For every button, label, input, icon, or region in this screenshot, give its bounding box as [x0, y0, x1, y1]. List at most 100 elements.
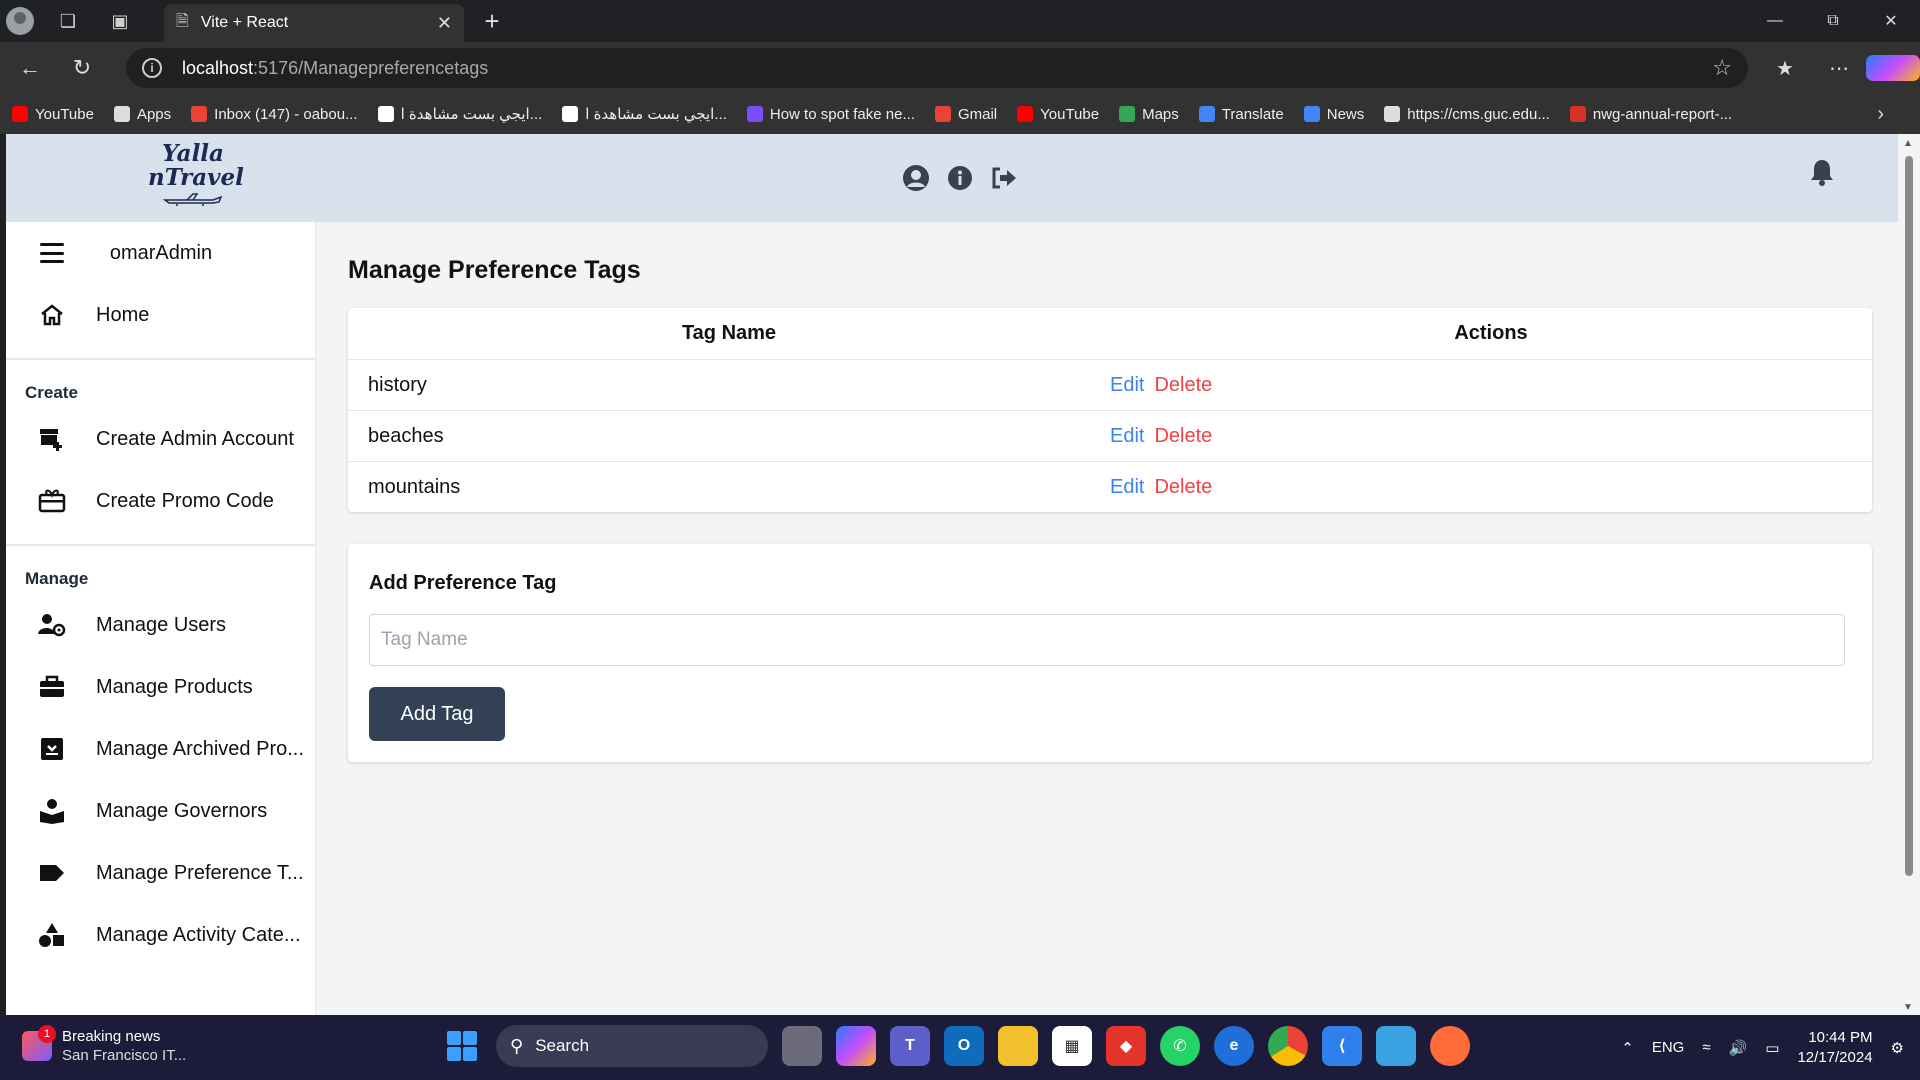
info-circle-icon[interactable]	[946, 164, 974, 192]
taskbar-search[interactable]: ⚲ Search	[496, 1025, 768, 1067]
profile-button[interactable]	[0, 0, 40, 42]
delete-link[interactable]: Delete	[1154, 425, 1212, 447]
bookmark-label: YouTube	[1040, 105, 1100, 123]
bookmark-item[interactable]: YouTube	[1017, 106, 1099, 123]
profile-avatar-icon	[6, 7, 34, 35]
refresh-icon[interactable]: ↻	[60, 46, 104, 90]
page-scrollbar[interactable]: ▲ ▼	[1898, 134, 1920, 1015]
notifications-bell-icon[interactable]	[1810, 158, 1838, 188]
edit-link[interactable]: Edit	[1110, 374, 1144, 396]
new-tab-button[interactable]: +	[478, 8, 506, 36]
more-options-icon[interactable]: ⋯	[1812, 56, 1866, 81]
shapes-icon	[38, 921, 66, 949]
table-row: mountains Edit Delete	[348, 462, 1872, 513]
task-view-icon[interactable]	[782, 1026, 822, 1066]
restore-icon[interactable]: ⧉	[1804, 0, 1862, 42]
delete-link[interactable]: Delete	[1154, 476, 1212, 498]
teams-icon[interactable]: T	[890, 1026, 930, 1066]
back-arrow-icon[interactable]: ←	[8, 46, 52, 90]
bookmark-label: ايجي بست مشاهدة ا...	[400, 106, 543, 123]
tab-close-icon[interactable]: ✕	[437, 13, 452, 34]
sidebar-item-manage-archived-pro[interactable]: Manage Archived Pro...	[6, 718, 315, 780]
scroll-up-icon[interactable]: ▲	[1903, 138, 1913, 149]
bookmark-favicon-icon	[12, 106, 28, 122]
microsoft-store-icon[interactable]: ▦	[1052, 1026, 1092, 1066]
address-bar[interactable]: i localhost:5176/Managepreferencetags ☆	[126, 48, 1748, 88]
workspaces-icon[interactable]: ❏	[48, 0, 88, 42]
edit-link[interactable]: Edit	[1110, 476, 1144, 498]
sidebar-item-manage-users[interactable]: Manage Users	[6, 594, 315, 656]
anydesk-icon[interactable]: ◆	[1106, 1026, 1146, 1066]
volume-icon[interactable]: 🔊	[1729, 1039, 1748, 1057]
sidebar-item-home[interactable]: Home	[6, 284, 315, 346]
bookmark-item[interactable]: Translate	[1198, 106, 1284, 123]
sidebar-item-label: Manage Products	[96, 675, 253, 698]
postman-icon[interactable]	[1430, 1026, 1470, 1066]
sidebar-item-manage-activity-cate[interactable]: Manage Activity Cate...	[6, 904, 315, 966]
copilot-app-icon[interactable]	[836, 1026, 876, 1066]
minimize-icon[interactable]: —	[1746, 0, 1804, 42]
edge-icon[interactable]: e	[1214, 1026, 1254, 1066]
app-logo[interactable]: Yalla nTravel	[148, 142, 244, 216]
add-tag-button[interactable]: Add Tag	[369, 687, 505, 741]
sidebar-item-manage-preference-t[interactable]: Manage Preference T...	[6, 842, 315, 904]
news-widget[interactable]: 1 Breaking news San Francisco IT...	[22, 1025, 186, 1065]
sidebar-item-manage-governors[interactable]: Manage Governors	[6, 780, 315, 842]
bookmark-item[interactable]: News	[1303, 106, 1364, 123]
vscode-icon[interactable]: ⟨	[1322, 1026, 1362, 1066]
whatsapp-icon[interactable]: ✆	[1160, 1026, 1200, 1066]
battery-icon[interactable]: ▭	[1765, 1039, 1779, 1057]
copilot-button[interactable]	[1866, 55, 1920, 81]
system-tray: ⌃ ENG ≈ 🔊 ▭ 10:44 PM 12/17/2024 ⚙	[1603, 1015, 1904, 1080]
file-explorer-icon[interactable]	[998, 1026, 1038, 1066]
sidebar-item-label: Manage Users	[96, 613, 227, 636]
outlook-icon[interactable]: O	[944, 1026, 984, 1066]
bookmark-item[interactable]: Maps	[1119, 106, 1179, 123]
bookmarks-overflow-chevron-icon[interactable]: ›	[1877, 103, 1884, 126]
sidebar-item-create-admin-account[interactable]: Create Admin Account	[6, 408, 315, 470]
close-window-icon[interactable]: ✕	[1862, 0, 1920, 42]
sidebar-item-label: Manage Activity Cate...	[96, 923, 301, 946]
tray-expand-icon[interactable]: ⌃	[1621, 1039, 1634, 1057]
scrollbar-thumb[interactable]	[1905, 156, 1913, 876]
bookmark-item[interactable]: Apps	[113, 106, 171, 123]
bookmark-item[interactable]: nwg-annual-report-...	[1569, 106, 1732, 123]
sidebar-item-label: Manage Preference T...	[96, 861, 304, 884]
bookmark-label: How to spot fake ne...	[769, 105, 915, 123]
language-indicator[interactable]: ENG	[1652, 1039, 1685, 1056]
browser-toolbar: ← ↻ i localhost:5176/Managepreferencetag…	[0, 42, 1920, 94]
tag-name-cell: beaches	[368, 424, 444, 447]
tag-name-cell: history	[368, 373, 427, 396]
bookmark-item[interactable]: YouTube	[12, 106, 94, 123]
tag-icon	[38, 859, 66, 887]
notifications-icon[interactable]: ⚙	[1891, 1039, 1904, 1057]
scroll-down-icon[interactable]: ▼	[1903, 1002, 1913, 1013]
site-info-icon[interactable]: i	[142, 58, 162, 78]
vertical-tabs-icon[interactable]: ▣	[100, 0, 140, 42]
bookmark-favicon-icon	[1017, 106, 1034, 122]
start-windows-icon[interactable]	[442, 1026, 482, 1066]
edit-link[interactable]: Edit	[1110, 425, 1144, 447]
bookmark-favicon-icon	[934, 106, 951, 122]
sidebar-item-create-promo-code[interactable]: Create Promo Code	[6, 470, 315, 532]
logout-icon[interactable]	[990, 164, 1018, 192]
sidebar-item-manage-products[interactable]: Manage Products	[6, 656, 315, 718]
bookmark-item[interactable]: Gmail	[934, 106, 997, 123]
favorite-star-icon[interactable]: ☆	[1712, 55, 1732, 81]
clock[interactable]: 10:44 PM 12/17/2024	[1797, 1028, 1872, 1068]
user-circle-icon[interactable]	[902, 164, 930, 192]
favorites-icon[interactable]: ★	[1758, 56, 1812, 81]
bookmark-favicon-icon	[1303, 106, 1320, 122]
bookmark-item[interactable]: https://cms.guc.edu...	[1384, 106, 1550, 123]
wifi-icon[interactable]: ≈	[1702, 1039, 1710, 1056]
chrome-icon[interactable]	[1268, 1026, 1308, 1066]
users-gear-icon	[38, 611, 66, 639]
browser-tab-active[interactable]: 🗎 Vite + React ✕	[164, 4, 464, 42]
tag-name-input[interactable]	[369, 614, 1845, 666]
bookmark-item[interactable]: Inbox (147) - oabou...	[191, 106, 358, 123]
bookmark-item[interactable]: ايجي بست مشاهدة ا...	[377, 105, 543, 123]
bookmark-item[interactable]: How to spot fake ne...	[746, 105, 915, 123]
delete-link[interactable]: Delete	[1154, 374, 1212, 396]
bookmark-item[interactable]: ايجي بست مشاهدة ا...	[562, 105, 727, 123]
paint-icon[interactable]	[1376, 1026, 1416, 1066]
